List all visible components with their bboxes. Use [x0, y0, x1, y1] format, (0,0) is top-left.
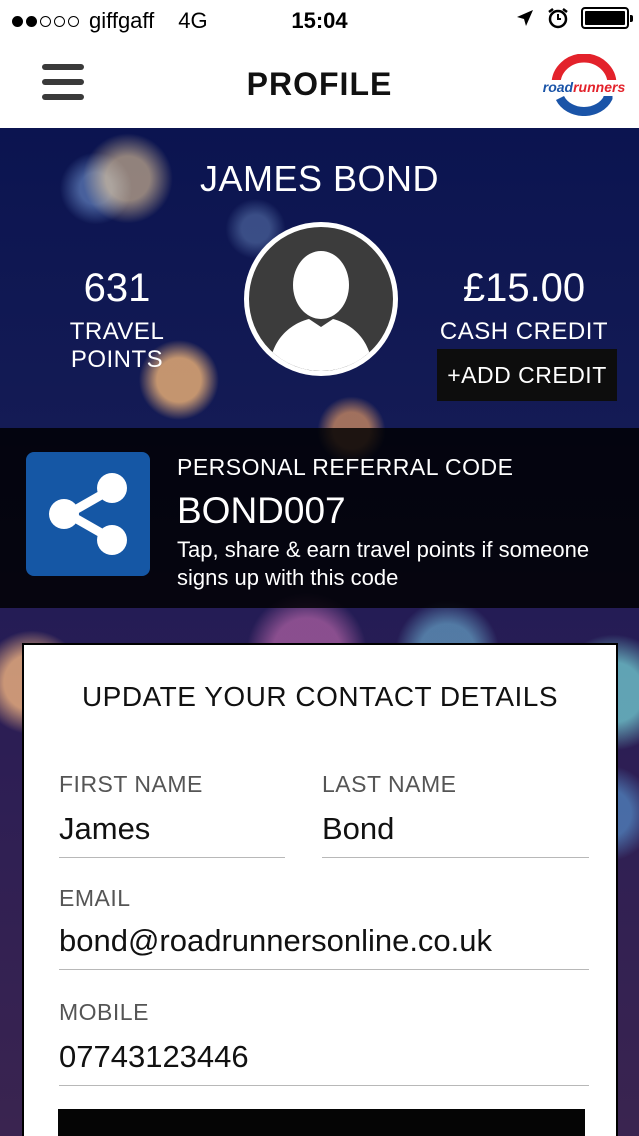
- avatar[interactable]: [244, 222, 398, 376]
- referral-code-label: PERSONAL REFERRAL CODE: [177, 454, 514, 480]
- add-credit-button[interactable]: +ADD CREDIT: [437, 349, 617, 401]
- travel-points-value: 631: [83, 266, 151, 310]
- referral-description: Tap, share & earn travel points if someo…: [177, 537, 590, 590]
- status-icons: [515, 7, 633, 29]
- share-icon: [49, 473, 127, 555]
- contact-details-card: UPDATE YOUR CONTACT DETAILS FIRST NAME L…: [22, 643, 618, 1136]
- email-label: EMAIL: [59, 885, 131, 911]
- profile-name: JAMES BOND: [199, 158, 440, 199]
- cash-credit-label: CASH CREDIT: [439, 318, 609, 345]
- location-arrow-icon: [517, 10, 533, 26]
- travel-points-label: TRAVEL POINTS: [69, 318, 165, 373]
- first-name-label: FIRST NAME: [59, 771, 203, 797]
- referral-code: BOND007: [177, 490, 346, 531]
- svg-text:roadrunners: roadrunners: [543, 79, 626, 95]
- cash-credit-value: £15.00: [462, 266, 586, 310]
- alarm-clock-icon: [548, 8, 568, 29]
- share-button[interactable]: [26, 452, 150, 576]
- save-details-button[interactable]: [58, 1109, 585, 1136]
- cash-credit-stat: £15.00 CASH CREDIT: [436, 266, 612, 346]
- nav-bar: PROFILE roadrunners: [0, 40, 639, 128]
- email-field[interactable]: [59, 923, 589, 970]
- user-silhouette-icon: [269, 251, 373, 371]
- first-name-field[interactable]: [59, 811, 285, 858]
- referral-panel[interactable]: PERSONAL REFERRAL CODE BOND007 Tap, shar…: [0, 428, 639, 608]
- battery-icon: [581, 7, 633, 29]
- last-name-label: LAST NAME: [322, 771, 457, 797]
- mobile-field[interactable]: [59, 1039, 589, 1086]
- contact-form-title: UPDATE YOUR CONTACT DETAILS: [81, 681, 559, 712]
- roadrunners-logo: roadrunners: [540, 54, 628, 116]
- last-name-field[interactable]: [322, 811, 589, 858]
- mobile-label: MOBILE: [59, 999, 149, 1025]
- status-bar: giffgaff 4G 15:04: [0, 0, 639, 40]
- travel-points-stat: 631 TRAVEL POINTS: [24, 266, 210, 374]
